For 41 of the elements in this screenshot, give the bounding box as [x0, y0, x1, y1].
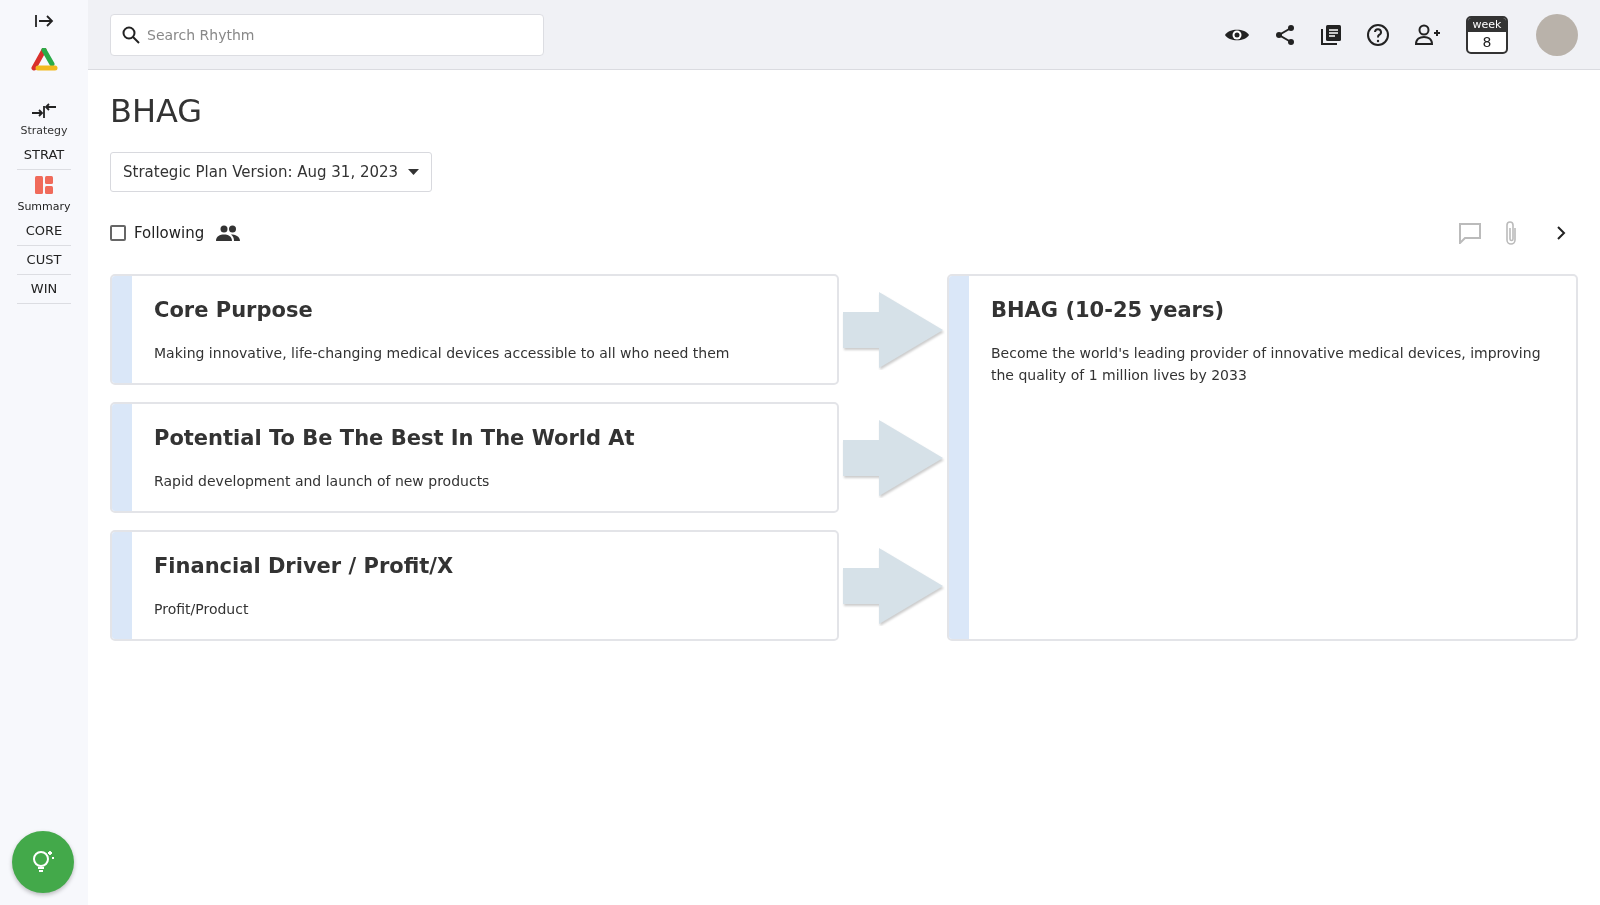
sidebar-link[interactable]: CORE — [17, 217, 71, 246]
help-icon[interactable] — [1366, 22, 1390, 47]
card-title: BHAG (10-25 years) — [991, 298, 1225, 322]
sidebar-link[interactable]: STRAT — [17, 141, 71, 170]
paperclip-icon[interactable] — [1504, 220, 1518, 246]
arrow-icon — [841, 289, 945, 370]
card-text: Profit/Product — [154, 600, 250, 619]
people-icon[interactable] — [216, 225, 241, 241]
add-person-icon[interactable] — [1414, 23, 1442, 46]
caret-icon — [408, 169, 420, 175]
documents-icon[interactable] — [1320, 23, 1342, 46]
arrow-icon — [841, 545, 945, 626]
sidebar-label: Strategy — [20, 124, 68, 137]
logo-icon[interactable] — [30, 48, 58, 72]
search-field[interactable]: Search Rhythm — [110, 13, 544, 56]
arrow-icon — [841, 417, 945, 498]
card-text: Become the world's leading provider of innovative medical devices, improving the quality of 1 million lives by 2033 — [991, 344, 1542, 385]
sidebar-item[interactable]: Summary — [17, 170, 71, 217]
week-label: week — [1468, 17, 1506, 32]
page-title: BHAG — [110, 92, 204, 130]
ideas-button[interactable] — [12, 831, 74, 893]
card-text: Making innovative, life-changing medical devices accessible to all who need them — [154, 344, 730, 363]
version-dropdown[interactable]: Strategic Plan Version: Aug 31, 2023 — [110, 152, 433, 192]
week-badge[interactable]: week 8 — [1466, 15, 1508, 54]
sidebar-item[interactable]: Strategy — [20, 96, 68, 141]
chevron-right-icon[interactable] — [1556, 226, 1566, 240]
expand-icon[interactable] — [34, 14, 54, 28]
share-icon[interactable] — [1274, 23, 1296, 46]
card-text: Rapid development and launch of new products — [154, 472, 491, 491]
sidebar-link[interactable]: WIN — [17, 275, 71, 304]
sidebar-label: Summary — [17, 200, 71, 213]
card-title: Core Purpose — [154, 298, 314, 322]
search-icon — [122, 25, 140, 44]
layout-icon — [35, 176, 53, 194]
following-checkbox[interactable]: Following — [110, 224, 205, 242]
card-title: Financial Driver / Profit/X — [154, 554, 454, 578]
sidebar-link[interactable]: CUST — [17, 246, 71, 275]
week-number: 8 — [1482, 32, 1492, 52]
card-title: Potential To Be The Best In The World At — [154, 426, 635, 450]
following-label: Following — [134, 224, 205, 242]
inward-arrows-icon — [31, 102, 57, 118]
